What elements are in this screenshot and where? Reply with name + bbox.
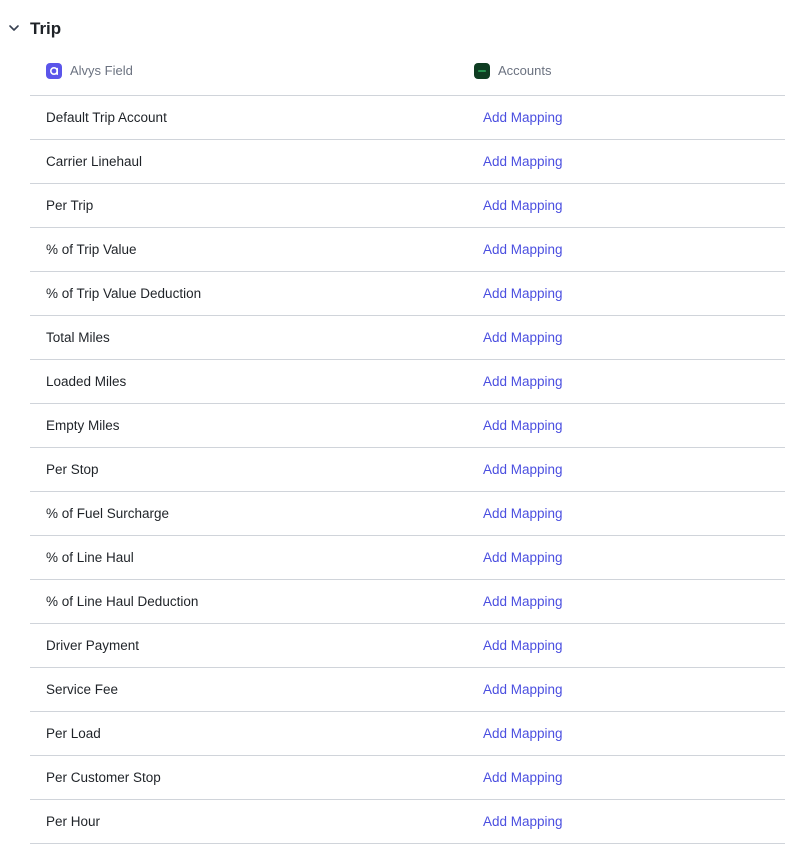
table-row: Service Fee Add Mapping — [30, 668, 785, 712]
add-mapping-link[interactable]: Add Mapping — [483, 505, 563, 523]
column-header-label: Alvys Field — [70, 63, 133, 78]
alvys-field-label: Default Trip Account — [46, 110, 167, 125]
add-mapping-link[interactable]: Add Mapping — [483, 241, 563, 259]
alvys-logo-icon — [46, 63, 62, 79]
alvys-field-label: Empty Miles — [46, 418, 120, 433]
add-mapping-link[interactable]: Add Mapping — [483, 373, 563, 391]
alvys-field-label: Per Stop — [46, 462, 99, 477]
add-mapping-link[interactable]: Add Mapping — [483, 549, 563, 567]
section-title: Trip — [30, 19, 62, 38]
alvys-field-label: % of Fuel Surcharge — [46, 506, 170, 521]
table-row: % of Fuel Surcharge Add Mapping — [30, 492, 785, 536]
accounts-logo-icon — [474, 63, 490, 79]
alvys-field-label: Per Hour — [46, 814, 101, 829]
table-row: Total Miles Add Mapping — [30, 316, 785, 360]
table-row: % of Trip Value Add Mapping — [30, 228, 785, 272]
alvys-field-label: Driver Payment — [46, 638, 140, 653]
table-row: % of Line Haul Add Mapping — [30, 536, 785, 580]
add-mapping-link[interactable]: Add Mapping — [483, 109, 563, 127]
table-row: Default Trip Account Add Mapping — [30, 96, 785, 140]
add-mapping-link[interactable]: Add Mapping — [483, 725, 563, 743]
add-mapping-link[interactable]: Add Mapping — [483, 153, 563, 171]
alvys-field-label: % of Trip Value — [46, 242, 137, 257]
alvys-field-label: % of Line Haul — [46, 550, 134, 565]
add-mapping-link[interactable]: Add Mapping — [483, 593, 563, 611]
mapping-table: Alvys Field Accounts Default Trip Accoun… — [30, 48, 785, 844]
alvys-field-label: % of Line Haul Deduction — [46, 594, 199, 609]
table-row: % of Line Haul Deduction Add Mapping — [30, 580, 785, 624]
table-row: Empty Miles Add Mapping — [30, 404, 785, 448]
add-mapping-link[interactable]: Add Mapping — [483, 461, 563, 479]
alvys-field-label: Per Trip — [46, 198, 94, 213]
add-mapping-link[interactable]: Add Mapping — [483, 285, 563, 303]
alvys-field-label: Loaded Miles — [46, 374, 127, 389]
add-mapping-link[interactable]: Add Mapping — [483, 681, 563, 699]
alvys-field-label: Per Load — [46, 726, 101, 741]
add-mapping-link[interactable]: Add Mapping — [483, 813, 563, 831]
column-header-accounts: Accounts — [474, 62, 551, 80]
table-row: Per Trip Add Mapping — [30, 184, 785, 228]
column-header-alvys-field: Alvys Field — [46, 62, 133, 80]
alvys-field-label: Per Customer Stop — [46, 770, 161, 785]
alvys-field-label: Total Miles — [46, 330, 110, 345]
table-row: Per Load Add Mapping — [30, 712, 785, 756]
table-row: Per Customer Stop Add Mapping — [30, 756, 785, 800]
table-row: Loaded Miles Add Mapping — [30, 360, 785, 404]
column-header-label: Accounts — [498, 63, 552, 78]
table-row: Driver Payment Add Mapping — [30, 624, 785, 668]
table-header: Alvys Field Accounts — [30, 48, 785, 96]
chevron-down-icon[interactable] — [6, 20, 22, 36]
table-body: Default Trip Account Add Mapping Carrier L… — [30, 96, 785, 844]
add-mapping-link[interactable]: Add Mapping — [483, 637, 563, 655]
add-mapping-link[interactable]: Add Mapping — [483, 197, 563, 215]
alvys-field-label: Service Fee — [46, 682, 119, 697]
alvys-field-label: % of Trip Value Deduction — [46, 286, 202, 301]
table-row: Per Stop Add Mapping — [30, 448, 785, 492]
add-mapping-link[interactable]: Add Mapping — [483, 769, 563, 787]
table-row: Per Hour Add Mapping — [30, 800, 785, 844]
table-row: % of Trip Value Deduction Add Mapping — [30, 272, 785, 316]
table-row: Carrier Linehaul Add Mapping — [30, 140, 785, 184]
add-mapping-link[interactable]: Add Mapping — [483, 417, 563, 435]
alvys-field-label: Carrier Linehaul — [46, 154, 143, 169]
add-mapping-link[interactable]: Add Mapping — [483, 329, 563, 347]
